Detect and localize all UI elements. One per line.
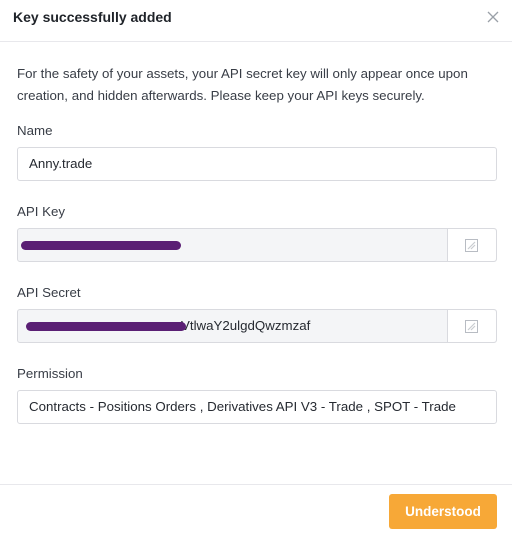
- copy-api-key-button[interactable]: [447, 229, 496, 261]
- dialog-title: Key successfully added: [13, 9, 172, 25]
- copy-icon: [465, 320, 478, 333]
- name-value: Anny.trade: [29, 156, 93, 171]
- permission-field[interactable]: Contracts - Positions Orders , Derivativ…: [17, 390, 497, 424]
- dialog-header: Key successfully added: [0, 0, 512, 42]
- api-secret-redaction: [26, 322, 186, 331]
- permission-value: Contracts - Positions Orders , Derivativ…: [29, 399, 456, 414]
- name-label: Name: [17, 123, 53, 138]
- permission-label: Permission: [17, 366, 83, 381]
- name-field[interactable]: Anny.trade: [17, 147, 497, 181]
- api-key-redaction: [21, 241, 181, 250]
- copy-api-secret-button[interactable]: [447, 310, 496, 342]
- api-secret-value: VtlwaY2ulgdQwzmzaf: [181, 318, 311, 333]
- api-secret-label: API Secret: [17, 285, 81, 300]
- api-key-field[interactable]: [17, 228, 497, 262]
- api-secret-field[interactable]: VtlwaY2ulgdQwzmzaf: [17, 309, 497, 343]
- close-icon[interactable]: [484, 8, 502, 26]
- safety-notice: For the safety of your assets, your API …: [17, 66, 468, 103]
- api-key-label: API Key: [17, 204, 66, 219]
- understood-button[interactable]: Understood: [389, 494, 497, 529]
- copy-icon: [465, 239, 478, 252]
